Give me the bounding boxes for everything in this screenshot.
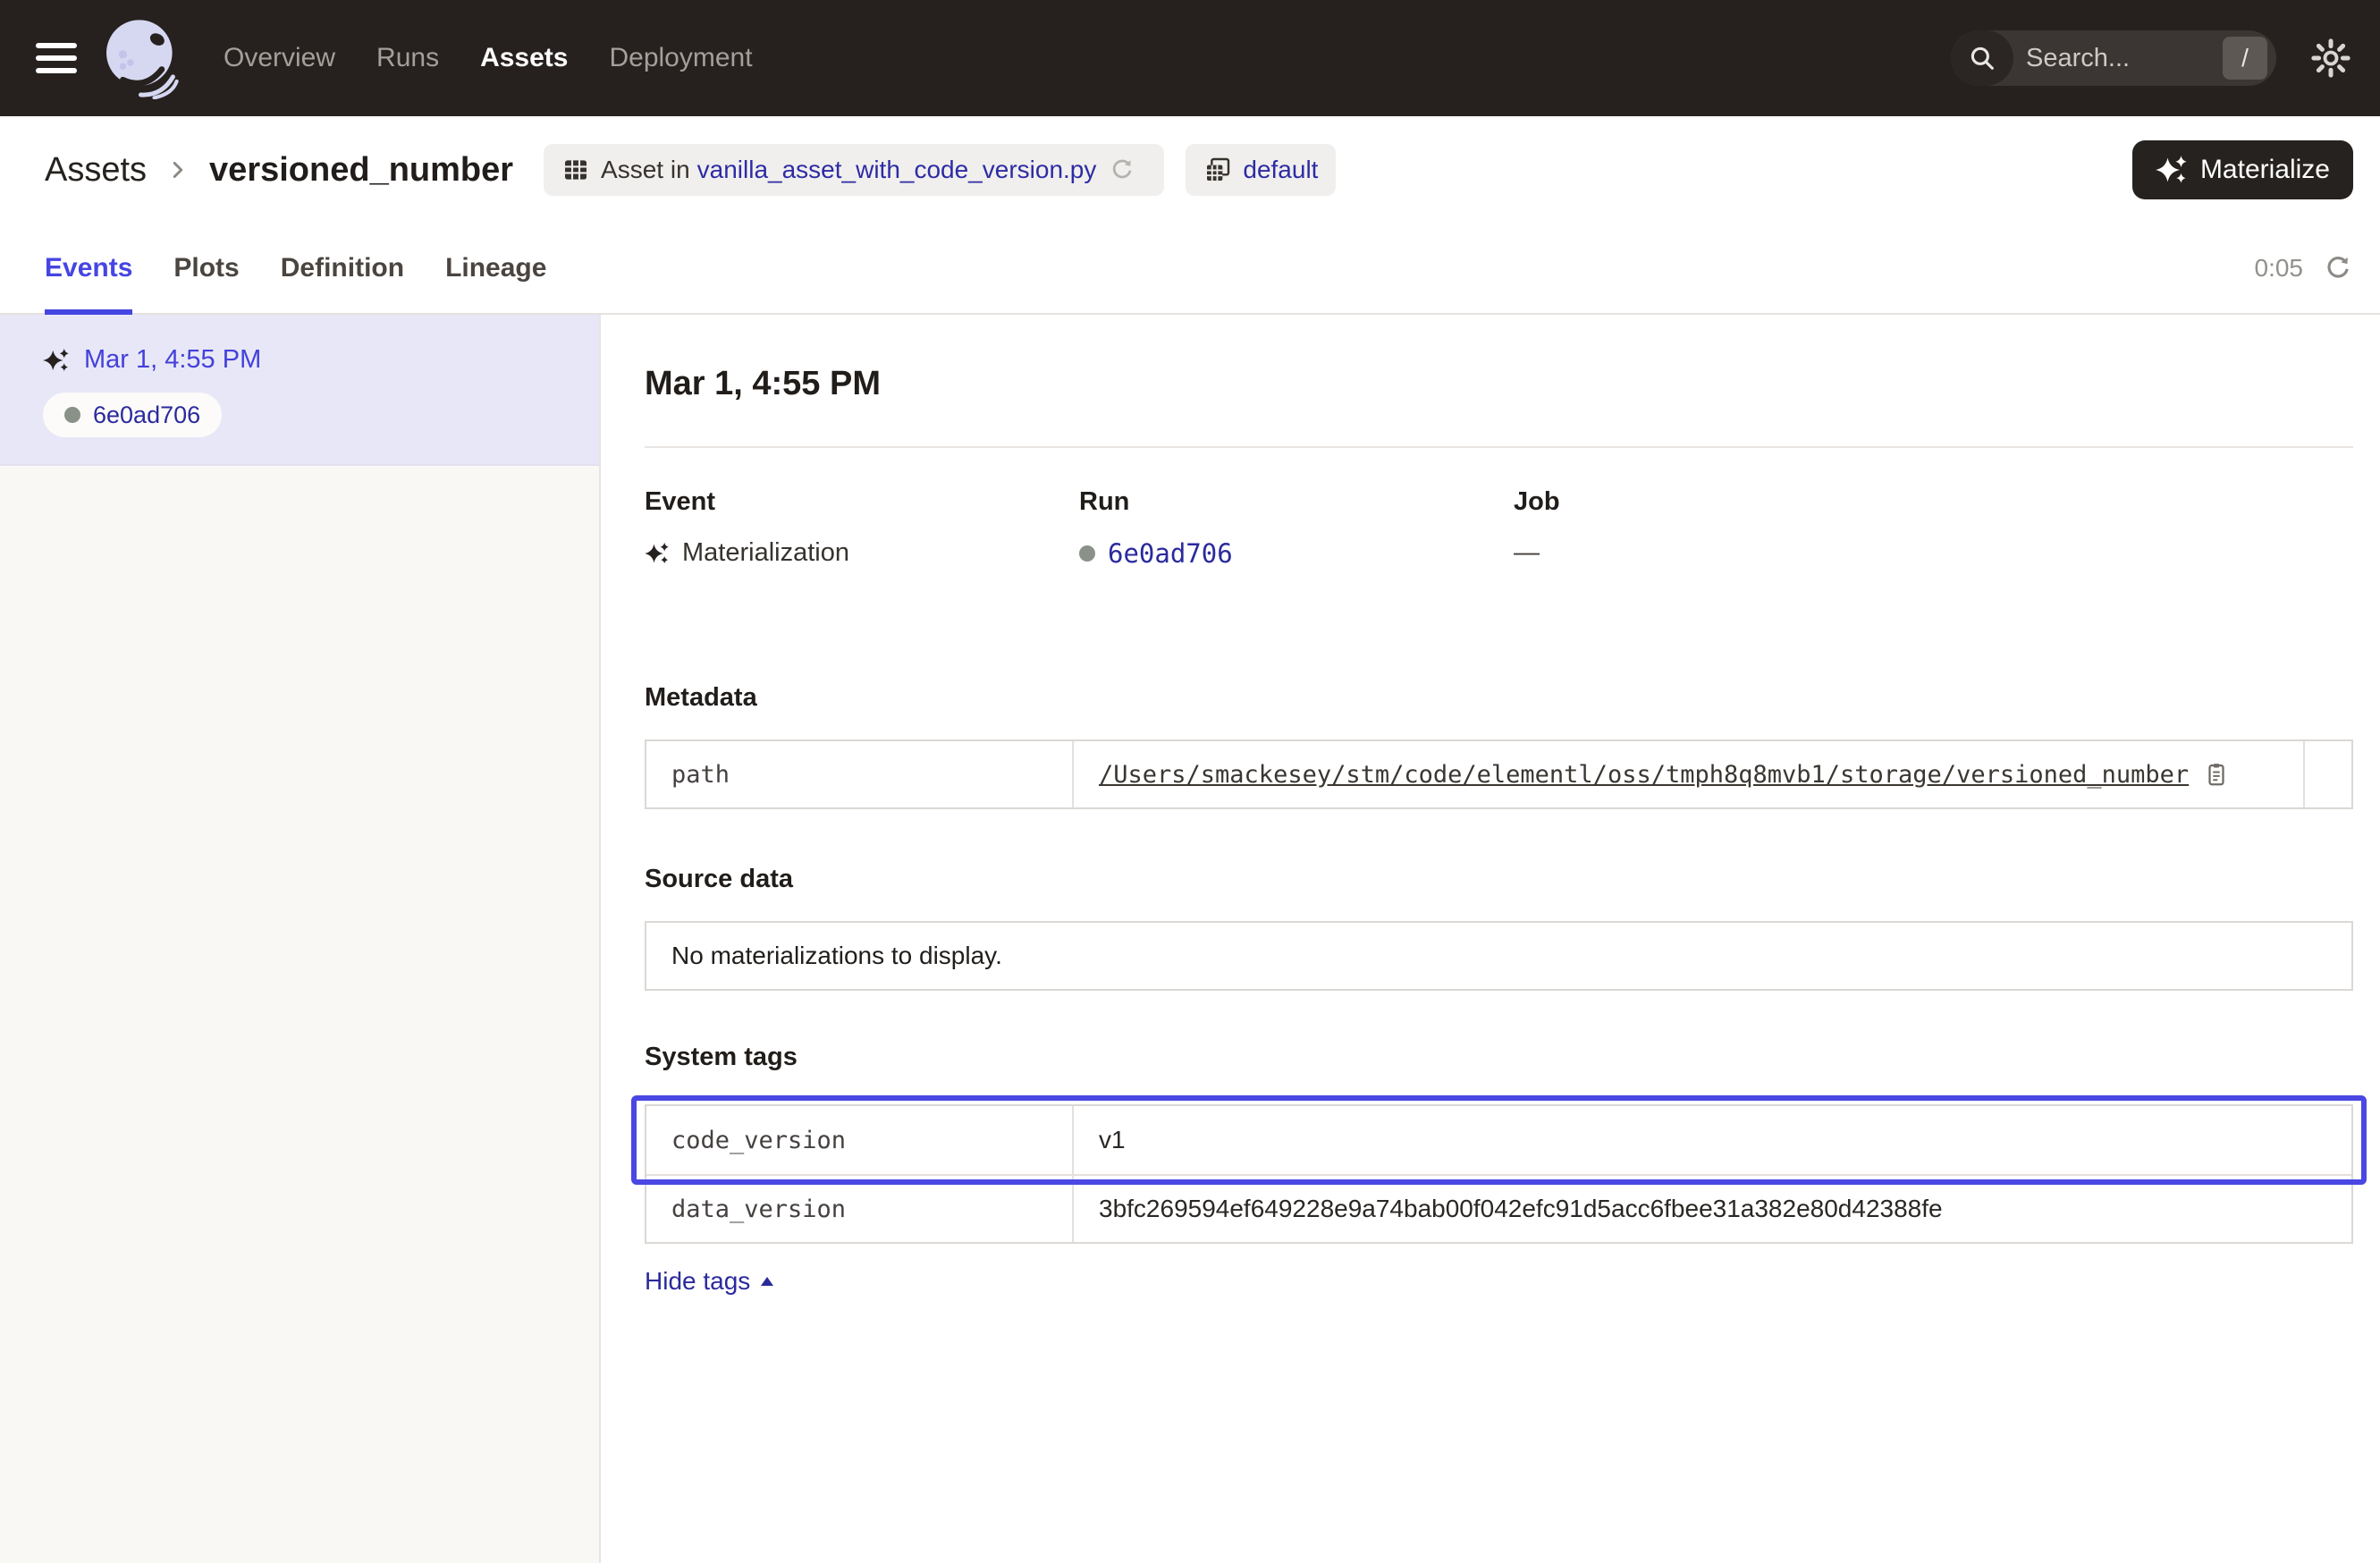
asset-definition-badge[interactable]: Asset in vanilla_asset_with_code_version… <box>544 144 1164 196</box>
chevron-right-icon <box>165 156 191 183</box>
event-timestamp-link[interactable]: Mar 1, 4:55 PM <box>84 345 261 375</box>
metadata-table: path /Users/smackesey/stm/code/elementl/… <box>645 739 2353 809</box>
hide-tags-link[interactable]: Hide tags <box>645 1267 775 1296</box>
primary-nav: Overview Runs Assets Deployment <box>224 43 753 73</box>
asset-group-badge[interactable]: default <box>1186 144 1336 196</box>
metadata-table-end-cell <box>2303 741 2351 807</box>
asset-page-header: Assets versioned_number Asset in vanilla… <box>0 116 2380 224</box>
nav-item-runs[interactable]: Runs <box>376 43 439 73</box>
hamburger-menu-icon[interactable] <box>36 43 77 73</box>
materialize-button[interactable]: Materialize <box>2132 140 2353 199</box>
refresh-icon[interactable] <box>2323 253 2353 283</box>
materialization-sparkle-icon <box>645 541 670 566</box>
global-search[interactable]: / <box>1951 30 2276 86</box>
search-shortcut-key: / <box>2223 37 2267 80</box>
sparkle-icon <box>2156 154 2188 186</box>
reload-code-location-icon[interactable] <box>1109 156 1135 183</box>
top-navigation: Overview Runs Assets Deployment / <box>0 0 2380 116</box>
tab-events[interactable]: Events <box>45 224 132 315</box>
refresh-countdown: 0:05 <box>2255 254 2304 283</box>
asset-group-icon <box>1203 156 1232 184</box>
event-detail-heading: Mar 1, 4:55 PM <box>645 365 2353 403</box>
page-title: versioned_number <box>209 151 513 190</box>
run-id-pill[interactable]: 6e0ad706 <box>43 393 222 437</box>
metadata-key: path <box>646 741 1074 807</box>
gear-icon <box>2310 38 2351 79</box>
run-status-dot-icon <box>1079 545 1095 562</box>
materialization-sparkle-icon <box>43 347 70 374</box>
source-data-box: No materializations to display. <box>645 921 2353 991</box>
run-id-label: 6e0ad706 <box>93 401 200 429</box>
run-id-link[interactable]: 6e0ad706 <box>1108 538 1233 569</box>
system-tags-heading: System tags <box>645 1043 2353 1072</box>
search-icon <box>1951 30 2013 86</box>
event-list-sidebar: Mar 1, 4:55 PM 6e0ad706 <box>0 315 601 1563</box>
nav-item-overview[interactable]: Overview <box>224 43 335 73</box>
dagster-logo-icon[interactable] <box>102 17 184 99</box>
group-link[interactable]: default <box>1243 156 1318 184</box>
search-input[interactable] <box>2013 44 2174 73</box>
tag-value: 3bfc269594ef649228e9a74bab00f042efc91d5a… <box>1074 1176 2351 1242</box>
system-tags-table: code_version v1 data_version 3bfc269594e… <box>645 1104 2353 1244</box>
event-detail-panel: Mar 1, 4:55 PM Event Materialization Run <box>601 315 2380 1563</box>
tab-plots[interactable]: Plots <box>173 224 239 315</box>
source-data-empty-message: No materializations to display. <box>671 942 1002 970</box>
breadcrumb-assets-link[interactable]: Assets <box>45 151 147 190</box>
copy-clipboard-icon[interactable] <box>2203 761 2230 788</box>
table-grid-icon <box>561 156 590 184</box>
hide-tags-label: Hide tags <box>645 1267 750 1296</box>
nav-item-deployment[interactable]: Deployment <box>609 43 752 73</box>
divider <box>645 446 2353 448</box>
table-row-code-version: code_version v1 <box>646 1106 2351 1174</box>
asset-badge-prefix: Asset in <box>601 156 690 184</box>
asset-tabs: Events Plots Definition Lineage 0:05 <box>0 224 2380 315</box>
run-column-label: Run <box>1079 487 1514 517</box>
job-column-label: Job <box>1514 487 1560 517</box>
event-summary-columns: Event Materialization Run 6e0ad706 <box>645 487 2353 569</box>
asset-file-link[interactable]: vanilla_asset_with_code_version.py <box>697 156 1097 184</box>
event-list-item[interactable]: Mar 1, 4:55 PM 6e0ad706 <box>0 315 599 466</box>
run-status-dot-icon <box>64 407 80 423</box>
tag-key: code_version <box>646 1106 1074 1174</box>
settings-button[interactable] <box>2310 38 2351 79</box>
job-empty-value: — <box>1514 538 1540 568</box>
table-row-data-version: data_version 3bfc269594ef649228e9a74bab0… <box>646 1174 2351 1242</box>
tag-value: v1 <box>1074 1106 2351 1174</box>
materialize-button-label: Materialize <box>2200 155 2330 185</box>
tab-lineage[interactable]: Lineage <box>445 224 546 315</box>
event-column-label: Event <box>645 487 1079 517</box>
metadata-path-link[interactable]: /Users/smackesey/stm/code/elementl/oss/t… <box>1099 761 2189 789</box>
nav-item-assets[interactable]: Assets <box>480 43 568 73</box>
event-type-value: Materialization <box>682 538 849 568</box>
caret-up-icon <box>759 1275 775 1288</box>
metadata-heading: Metadata <box>645 683 2353 713</box>
tab-definition[interactable]: Definition <box>281 224 404 315</box>
tag-key: data_version <box>646 1176 1074 1242</box>
source-data-heading: Source data <box>645 865 2353 894</box>
